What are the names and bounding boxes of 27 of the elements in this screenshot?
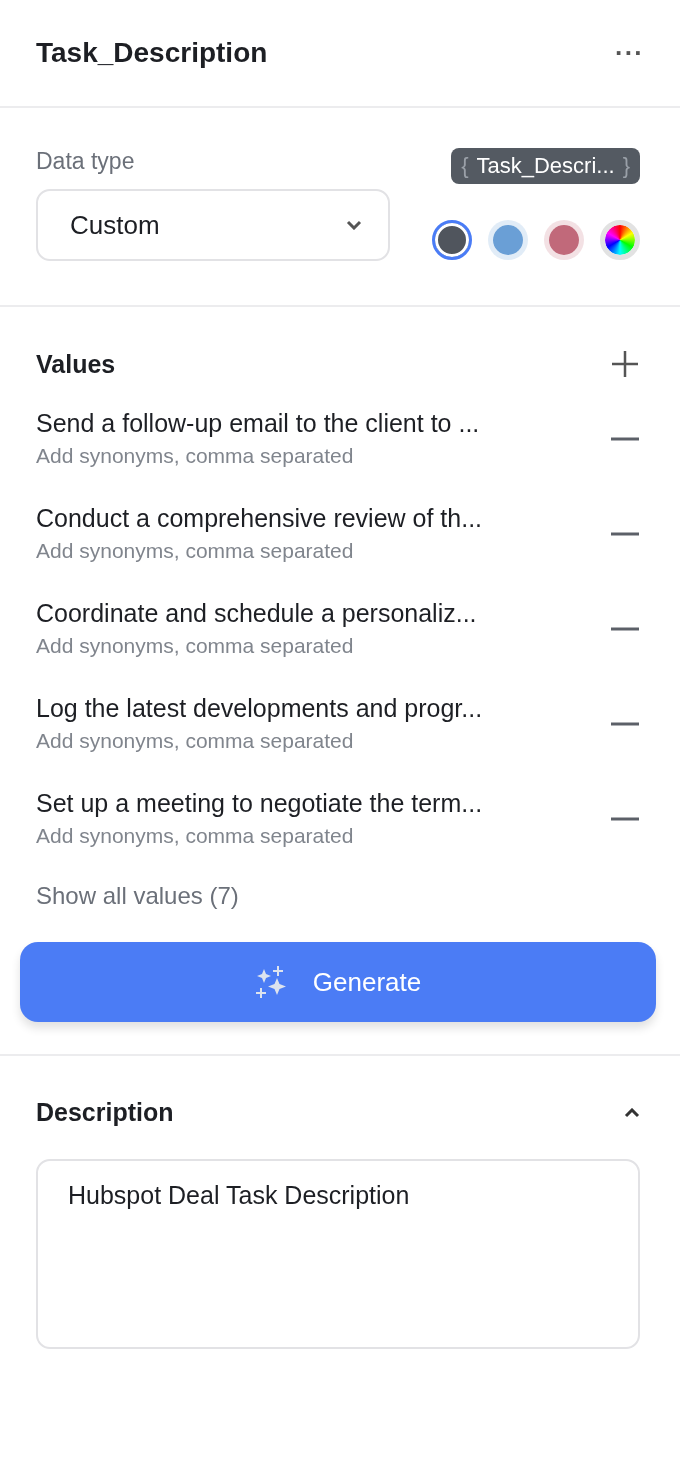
value-text: Log the latest developments and progr...: [36, 694, 483, 723]
chevron-up-icon[interactable]: [624, 1107, 640, 1118]
generate-button[interactable]: Generate: [20, 942, 656, 1022]
chevron-down-icon: [346, 220, 362, 230]
remove-icon[interactable]: [610, 625, 640, 632]
show-all-link[interactable]: Show all values (7): [36, 882, 239, 910]
variable-name: Task_Descri...: [476, 153, 615, 179]
sparkles-icon: [254, 965, 289, 999]
brace: }: [622, 153, 630, 179]
value-text: Send a follow-up email to the client to ...: [36, 409, 480, 438]
add-icon[interactable]: [610, 349, 640, 379]
section-title: Values: [36, 349, 116, 379]
remove-icon[interactable]: [610, 530, 640, 537]
remove-icon[interactable]: [610, 720, 640, 727]
remove-icon[interactable]: [610, 815, 640, 822]
value-text: Set up a meeting to negotiate the term...: [36, 789, 483, 818]
description-field[interactable]: Hubspot Deal Task Description: [36, 1159, 640, 1349]
section-title: Description: [36, 1098, 174, 1127]
color-swatch[interactable]: [432, 220, 472, 260]
more-menu-button[interactable]: ···: [615, 37, 644, 69]
value-text: Conduct a comprehensive review of th...: [36, 504, 483, 533]
value-text: Coordinate and schedule a personaliz...: [36, 599, 477, 628]
field-label: Data type: [36, 148, 136, 175]
panel-title: Task_Description: [36, 37, 268, 69]
data-type-dropdown[interactable]: Custom: [36, 189, 390, 261]
brace: {: [461, 153, 469, 179]
remove-icon[interactable]: [610, 435, 640, 442]
